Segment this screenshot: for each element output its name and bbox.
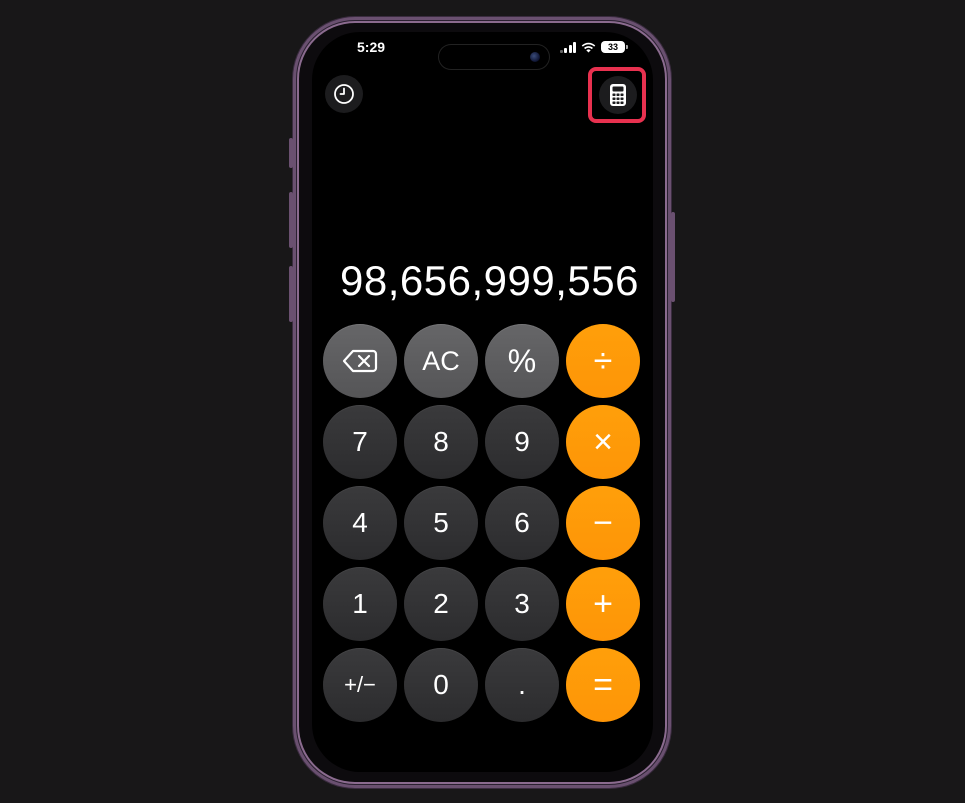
digit-1-label: 1 — [352, 588, 368, 619]
minus-label: − — [593, 503, 613, 542]
phone-power-button — [671, 212, 675, 302]
phone-volume-down-button — [289, 266, 293, 322]
clock-icon — [334, 84, 354, 104]
digit-1-button[interactable]: 1 — [323, 567, 397, 641]
backspace-button[interactable] — [323, 324, 397, 398]
phone-screen: 5:29 33 98,656,999,556 AC % ÷ 7 8 9 × 4 … — [312, 32, 653, 772]
plus-label: + — [593, 584, 613, 623]
percent-label: % — [507, 342, 537, 379]
percent-button[interactable]: % — [485, 324, 559, 398]
minus-button[interactable]: − — [566, 486, 640, 560]
result-display: 98,656,999,556 — [340, 257, 639, 304]
digit-6-label: 6 — [514, 507, 530, 538]
decimal-label: . — [518, 669, 526, 700]
phone-action-button — [289, 138, 293, 168]
backspace-icon — [342, 349, 378, 373]
battery-indicator: 33 — [601, 41, 628, 53]
highlight-annotation — [588, 67, 646, 123]
plus-button[interactable]: + — [566, 567, 640, 641]
digit-9-button[interactable]: 9 — [485, 405, 559, 479]
digit-7-label: 7 — [352, 426, 368, 457]
front-camera-icon — [530, 52, 540, 62]
history-button[interactable] — [325, 75, 363, 113]
digit-8-button[interactable]: 8 — [404, 405, 478, 479]
digit-6-button[interactable]: 6 — [485, 486, 559, 560]
digit-0-label: 0 — [433, 669, 449, 700]
keypad: AC % ÷ 7 8 9 × 4 5 6 − 1 2 3 + +/− 0 . = — [323, 324, 640, 722]
digit-8-label: 8 — [433, 426, 449, 457]
digit-7-button[interactable]: 7 — [323, 405, 397, 479]
dynamic-island — [438, 44, 550, 70]
phone-volume-up-button — [289, 192, 293, 248]
status-indicators: 33 — [559, 41, 628, 53]
stage: 5:29 33 98,656,999,556 AC % ÷ 7 8 9 × 4 … — [0, 0, 965, 803]
plus-minus-button[interactable]: +/− — [323, 648, 397, 722]
equals-button[interactable]: = — [566, 648, 640, 722]
digit-3-label: 3 — [514, 588, 530, 619]
all-clear-button[interactable]: AC — [404, 324, 478, 398]
digit-0-button[interactable]: 0 — [404, 648, 478, 722]
equals-label: = — [593, 665, 613, 704]
digit-4-button[interactable]: 4 — [323, 486, 397, 560]
divide-label: ÷ — [593, 341, 613, 380]
cellular-signal-icon — [559, 41, 576, 53]
plus-minus-label: +/− — [344, 672, 376, 697]
digit-9-label: 9 — [514, 426, 530, 457]
digit-5-label: 5 — [433, 507, 449, 538]
digit-2-label: 2 — [433, 588, 449, 619]
divide-button[interactable]: ÷ — [566, 324, 640, 398]
digit-2-button[interactable]: 2 — [404, 567, 478, 641]
digit-4-label: 4 — [352, 507, 368, 538]
wifi-icon — [581, 42, 596, 52]
status-time: 5:29 — [357, 39, 386, 55]
digit-5-button[interactable]: 5 — [404, 486, 478, 560]
multiply-label: × — [593, 422, 613, 461]
all-clear-label: AC — [422, 345, 460, 376]
decimal-button[interactable]: . — [485, 648, 559, 722]
digit-3-button[interactable]: 3 — [485, 567, 559, 641]
multiply-button[interactable]: × — [566, 405, 640, 479]
